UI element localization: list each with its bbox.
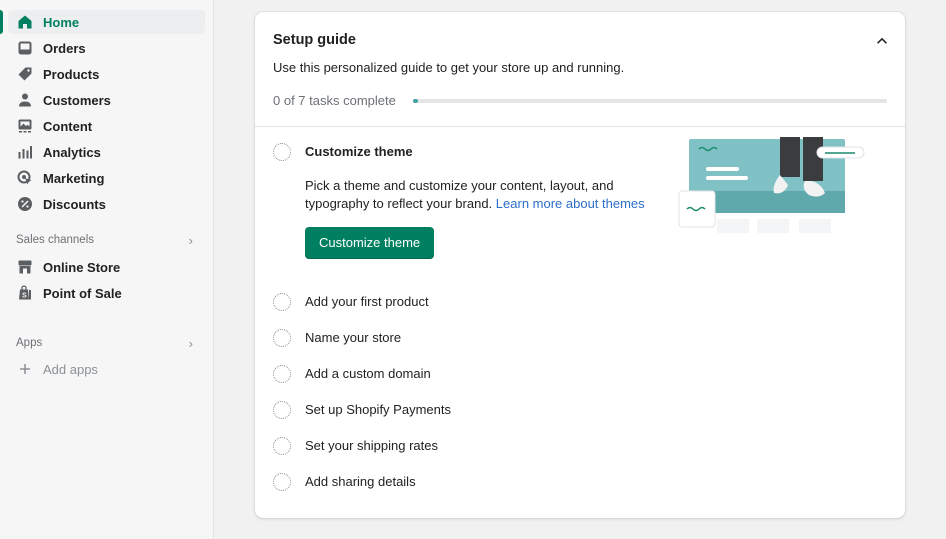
task-item[interactable]: Name your store: [273, 320, 887, 356]
sidebar-item-customers[interactable]: Customers: [8, 88, 205, 112]
sidebar-item-label: Discounts: [43, 196, 106, 212]
incomplete-circle-icon[interactable]: [273, 401, 291, 419]
plus-icon: [16, 360, 34, 378]
home-icon: [16, 13, 34, 31]
inbox-icon: [16, 39, 34, 57]
sidebar-item-orders[interactable]: Orders: [8, 36, 205, 60]
task-label[interactable]: Name your store: [305, 329, 401, 347]
sidebar-item-content[interactable]: Content: [8, 114, 205, 138]
task-label[interactable]: Set your shipping rates: [305, 437, 438, 455]
task-title[interactable]: Customize theme: [305, 143, 665, 161]
sidebar-item-label: Products: [43, 66, 100, 82]
setup-guide-subtitle: Use this personalized guide to get your …: [273, 60, 625, 75]
task-item[interactable]: Set your shipping rates: [273, 428, 887, 464]
sidebar-item-label: Point of Sale: [43, 285, 122, 301]
sales-channels-heading: Sales channels: [16, 234, 94, 246]
task-list: Customize theme Pick a theme and customi…: [255, 127, 905, 500]
task-item[interactable]: Add a custom domain: [273, 356, 887, 392]
shopping-bag-icon: S: [16, 284, 34, 302]
sidebar-item-label: Analytics: [43, 144, 101, 160]
store-icon: [16, 258, 34, 276]
apps-header[interactable]: Apps ›: [16, 333, 205, 353]
setup-guide-card: Setup guide Use this personalized guide …: [255, 12, 905, 518]
progress-row: 0 of 7 tasks complete: [273, 93, 887, 108]
task-label[interactable]: Add your first product: [305, 293, 429, 311]
sidebar-item-label: Online Store: [43, 259, 121, 275]
task-item[interactable]: Add your first product: [273, 284, 887, 320]
chevron-right-icon[interactable]: ›: [189, 233, 193, 248]
sidebar-item-products[interactable]: Products: [8, 62, 205, 86]
sidebar-item-discounts[interactable]: Discounts: [8, 192, 205, 216]
collapse-button[interactable]: [871, 32, 893, 50]
incomplete-circle-icon[interactable]: [273, 143, 291, 161]
progress-bar-fill: [413, 98, 418, 103]
setup-guide-title: Setup guide: [273, 32, 356, 48]
task-label[interactable]: Add a custom domain: [305, 365, 431, 383]
sidebar-item-label: Marketing: [43, 170, 105, 186]
chevron-up-icon: [877, 37, 887, 44]
sidebar-item-label: Content: [43, 118, 93, 134]
sidebar-item-label: Orders: [43, 40, 86, 56]
svg-text:S: S: [22, 293, 27, 300]
task-item[interactable]: Add sharing details: [273, 464, 887, 500]
incomplete-circle-icon[interactable]: [273, 365, 291, 383]
tag-icon: [16, 65, 34, 83]
progress-label: 0 of 7 tasks complete: [273, 93, 396, 108]
sidebar-item-home[interactable]: Home: [0, 10, 205, 34]
learn-more-link[interactable]: Learn more about themes: [496, 196, 645, 211]
task-label[interactable]: Add sharing details: [305, 473, 416, 491]
apps-heading: Apps: [16, 337, 43, 349]
task-label[interactable]: Set up Shopify Payments: [305, 401, 451, 419]
setup-guide-header: Setup guide Use this personalized guide …: [255, 12, 905, 127]
person-icon: [16, 91, 34, 109]
sidebar-item-marketing[interactable]: Marketing: [8, 166, 205, 190]
add-apps-button[interactable]: Add apps: [8, 357, 205, 381]
incomplete-circle-icon[interactable]: [273, 437, 291, 455]
task-item-expanded: Customize theme Pick a theme and customi…: [273, 127, 887, 284]
app-shell: Home Orders Products Customers Content A…: [0, 0, 946, 539]
task-item[interactable]: Set up Shopify Payments: [273, 392, 887, 428]
sidebar-item-point-of-sale[interactable]: S Point of Sale: [8, 281, 205, 305]
sidebar-item-label: Home: [43, 14, 80, 30]
add-apps-label: Add apps: [43, 361, 98, 377]
customize-theme-button[interactable]: Customize theme: [305, 227, 435, 259]
main-nav: Home Orders Products Customers Content A…: [0, 0, 213, 216]
bar-chart-icon: [16, 143, 34, 161]
sales-channels-header[interactable]: Sales channels ›: [16, 230, 205, 250]
incomplete-circle-icon[interactable]: [273, 329, 291, 347]
sidebar: Home Orders Products Customers Content A…: [0, 0, 214, 539]
progress-bar: [413, 98, 887, 103]
sidebar-item-label: Customers: [43, 92, 111, 108]
task-description: Pick a theme and customize your content,…: [305, 177, 665, 213]
target-icon: [16, 169, 34, 187]
incomplete-circle-icon[interactable]: [273, 473, 291, 491]
sidebar-item-online-store[interactable]: Online Store: [8, 255, 205, 279]
incomplete-circle-icon[interactable]: [273, 293, 291, 311]
image-icon: [16, 117, 34, 135]
main-content: Setup guide Use this personalized guide …: [214, 0, 946, 539]
chevron-right-icon[interactable]: ›: [189, 336, 193, 351]
theme-illustration: [678, 137, 865, 237]
percent-badge-icon: [16, 195, 34, 213]
sidebar-item-analytics[interactable]: Analytics: [8, 140, 205, 164]
